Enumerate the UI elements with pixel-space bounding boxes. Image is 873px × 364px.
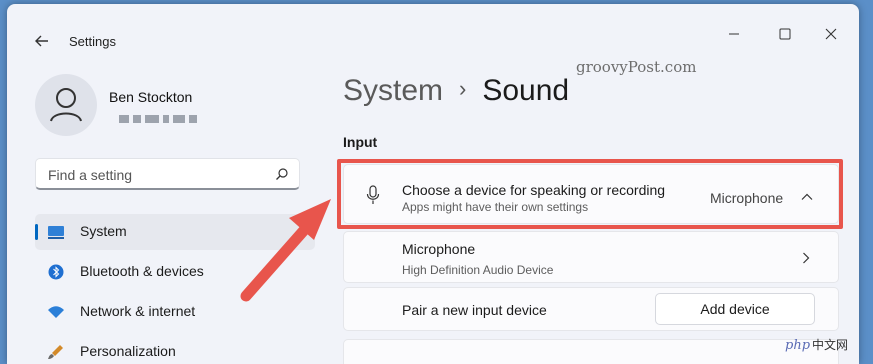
title-bar: Settings xyxy=(7,4,859,64)
sidebar: Ben Stockton System Bluetooth & de xyxy=(7,64,327,364)
user-email-redacted xyxy=(119,110,229,123)
bluetooth-icon xyxy=(48,264,64,280)
pair-input-device-row: Pair a new input device Add device xyxy=(343,287,839,331)
close-icon[interactable] xyxy=(816,26,846,42)
brush-icon xyxy=(48,345,63,359)
breadcrumb: System › Sound xyxy=(343,74,569,108)
device-title: Microphone xyxy=(402,241,476,257)
sidebar-item-label: Bluetooth & devices xyxy=(80,263,204,279)
chevron-right-icon[interactable] xyxy=(802,252,810,264)
sidebar-item-label: System xyxy=(80,223,127,239)
maximize-icon[interactable] xyxy=(770,26,800,42)
page-title: Sound xyxy=(482,74,570,107)
app-title: Settings xyxy=(69,34,116,49)
wifi-icon xyxy=(48,306,64,318)
php-logo: php 中文网 xyxy=(785,338,849,353)
sidebar-item-bluetooth[interactable]: Bluetooth & devices xyxy=(35,254,315,290)
annotation-highlight-box xyxy=(337,159,843,229)
device-subtitle: High Definition Audio Device xyxy=(402,263,554,277)
back-arrow-icon[interactable] xyxy=(29,28,55,54)
sidebar-item-system[interactable]: System xyxy=(35,214,315,250)
section-heading-input: Input xyxy=(343,134,378,150)
add-device-button[interactable]: Add device xyxy=(655,293,815,325)
search-input[interactable] xyxy=(46,166,250,184)
person-icon xyxy=(50,88,82,122)
user-name: Ben Stockton xyxy=(109,89,193,105)
selection-indicator xyxy=(35,224,38,240)
next-setting-row[interactable] xyxy=(343,339,839,364)
sidebar-item-label: Network & internet xyxy=(80,303,196,319)
search-box[interactable] xyxy=(35,158,300,190)
pair-device-title: Pair a new input device xyxy=(402,302,547,318)
avatar[interactable] xyxy=(35,74,97,136)
sidebar-item-personalization[interactable]: Personalization xyxy=(35,334,315,364)
breadcrumb-parent[interactable]: System xyxy=(343,74,443,107)
system-icon xyxy=(48,226,64,239)
settings-window: Settings Ben Stockton Find a setting Sys… xyxy=(7,4,859,364)
sidebar-item-label: Personalization xyxy=(80,343,176,359)
sidebar-item-network[interactable]: Network & internet xyxy=(35,294,315,330)
main-content: System › Sound Input Choose a device for s… xyxy=(327,64,859,364)
watermark: groovyPost.com xyxy=(576,58,697,76)
search-icon[interactable] xyxy=(275,167,289,181)
minimize-icon[interactable] xyxy=(719,26,749,42)
chevron-right-icon: › xyxy=(459,76,467,101)
microphone-device-row[interactable]: Microphone High Definition Audio Device xyxy=(343,231,839,283)
